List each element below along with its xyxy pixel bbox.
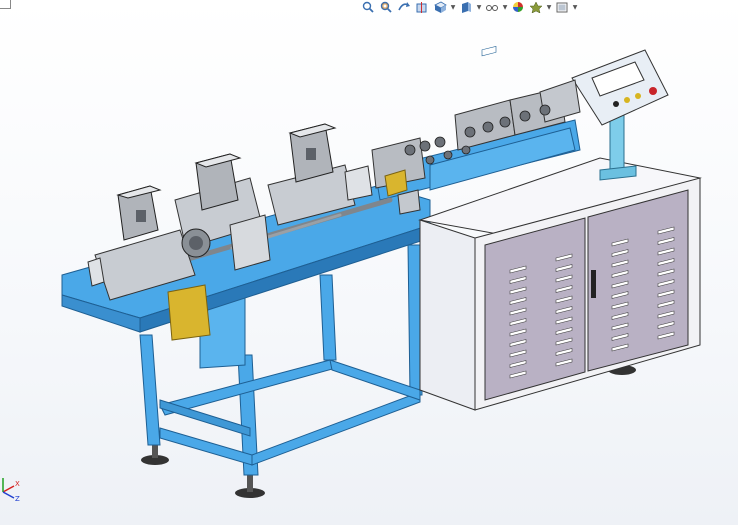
z-axis-label: Z [15,495,20,502]
panel-pillar [609,114,625,174]
frame-stretcher [251,391,421,466]
control-station [571,49,669,181]
door-handle [591,270,596,298]
indicator-light [613,101,619,107]
cabinet-front-left [419,219,476,411]
indicator-light [635,93,641,99]
frame-stretcher [159,399,251,437]
x-axis-label: X [15,480,20,488]
frame-stretcher [159,427,253,466]
frame-leg [139,334,161,446]
guide-roller [167,284,211,341]
x-axis [2,485,15,493]
roller-bracket [539,79,581,123]
reference-triad: X Z [2,478,20,502]
frame-stretcher [329,359,421,401]
graphics-area[interactable] [0,0,738,525]
z-axis [2,491,15,499]
indicator-light [624,97,630,103]
electrical-cabinet [418,157,702,411]
frame-leg [319,274,337,361]
emergency-stop [649,87,657,95]
